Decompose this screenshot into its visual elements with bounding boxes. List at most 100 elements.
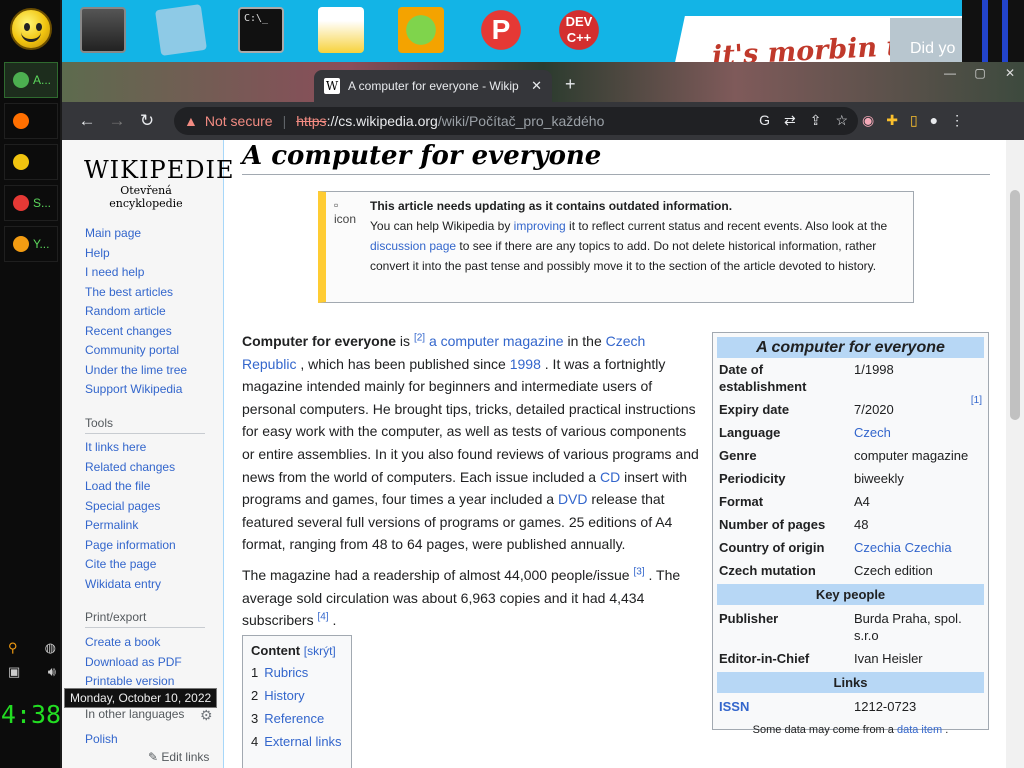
bookmark-star-icon[interactable]: ☆ [835,112,848,129]
sidebar-nav-link-8[interactable]: Support Wikipedia [85,382,182,396]
maximize-icon[interactable]: ▢ [972,66,988,80]
cheese-app-icon[interactable] [318,7,364,53]
article-content: A computer for everyone ▫ icon This artic… [242,140,990,768]
menu-kebab-icon[interactable]: ⋮ [950,112,964,129]
tab-title: A computer for everyone - Wikip [348,79,519,93]
tab-active[interactable]: W A computer for everyone - Wikip ✕ [314,70,552,102]
translate-icon[interactable]: ⇄ [784,112,796,129]
forward-arrow-icon[interactable]: → [102,111,132,131]
toc-hide-link[interactable]: [skrýt] [304,644,336,658]
infobox-row: Language Czech [717,421,984,444]
data-item-link[interactable]: data item [897,724,942,736]
infobox-value: Ivan Heisler [854,651,923,666]
discussion-page-link[interactable]: discussion page [370,239,456,253]
print-heading: Print/export [85,610,205,628]
sidebar-tools-link-1[interactable]: Related changes [85,460,175,474]
angry-pig-icon[interactable] [398,7,444,53]
infobox-key: Genre [719,448,757,463]
ref-2-link[interactable]: [2] [414,332,425,343]
computer-magazine-link[interactable]: a computer magazine [429,333,564,349]
network-tray-icon[interactable]: ▣ [8,664,20,680]
sidebar-nav-link-1[interactable]: Help [85,246,110,260]
dev-cpp-icon[interactable]: DEV C++ [556,7,602,53]
gear-icon[interactable]: ⚙ [200,707,213,724]
sticky-notes-icon[interactable] [155,4,207,56]
issn-link[interactable]: ISSN [719,698,854,715]
clock[interactable]: 4:38 [0,700,62,729]
start-smiley-icon[interactable] [10,8,52,50]
scrollbar-thumb[interactable] [1010,190,1020,420]
toc-link[interactable]: History [264,688,304,703]
infobox-value: A4 [854,494,870,509]
infobox-value-link[interactable]: Czech [854,424,982,441]
taskbar-button-2[interactable] [4,144,58,180]
sidebar-panel-icon[interactable]: ▯ [910,112,918,129]
page-scrollbar[interactable] [1006,140,1024,768]
volume-tray-icon[interactable]: 🔊︎ [48,664,56,680]
dvd-link[interactable]: DVD [558,491,588,507]
sidebar-tools-link-5[interactable]: Page information [85,538,176,552]
sidebar-tools-link-3[interactable]: Special pages [85,499,160,513]
book-app-icon[interactable] [80,7,126,53]
tab-strip: W A computer for everyone - Wikip ✕ + — … [62,62,1024,102]
edit-links[interactable]: ✎ Edit links [148,750,209,764]
infobox-value: 7/2020 [854,402,894,417]
sidebar-nav-link-3[interactable]: The best articles [85,285,173,299]
toc-link[interactable]: External links [264,734,341,749]
taskbar-button-4[interactable]: Y... [4,226,58,262]
infobox-key: Country of origin [719,540,825,555]
sidebar-nav-link-2[interactable]: I need help [85,265,144,279]
sidebar-tools-link-6[interactable]: Cite the page [85,557,156,571]
search-tray-icon[interactable]: ⚲ [8,640,18,656]
sidebar-tools-link-4[interactable]: Permalink [85,518,138,532]
tab-close-icon[interactable]: ✕ [531,78,542,94]
toc-number: 2 [251,688,259,703]
sidebar-nav-link-5[interactable]: Recent changes [85,324,172,338]
sidebar-nav-link-4[interactable]: Random article [85,304,166,318]
browser-toolbar: ← → ↻ ▲ Not secure | https://cs.wikipedi… [62,102,1024,140]
url-path: /wiki/Počítač_pro_každého [437,113,605,129]
profile-avatar-icon[interactable]: ● [930,112,938,129]
taskbar-button-3[interactable]: S... [4,185,58,221]
sidebar-print-link-0[interactable]: Create a book [85,635,160,649]
warning-icon[interactable]: ▲ [184,113,198,129]
ref-4-link[interactable]: [4] [317,611,328,622]
language-link-polish[interactable]: Polish [85,732,118,746]
improving-link[interactable]: improving [514,219,566,233]
sidebar-tools-link-0[interactable]: It links here [85,440,146,454]
infobox-value: 48 [854,517,869,532]
sidebar-tools-link-2[interactable]: Load the file [85,479,150,493]
sidebar-print-link-1[interactable]: Download as PDF [85,655,182,669]
taskbar-button-0[interactable]: A... [4,62,58,98]
back-arrow-icon[interactable]: ← [72,111,102,131]
address-bar[interactable]: ▲ Not secure | https://cs.wikipedia.org /… [174,107,858,135]
infobox-row: Czech mutation Czech edition [717,559,984,582]
year-1998-link[interactable]: 1998 [510,356,541,372]
overlay-text: Did yo [910,40,956,57]
ref-3-link[interactable]: [3] [633,566,644,577]
sidebar-tools-link-7[interactable]: Wikidata entry [85,577,161,591]
new-tab-button[interactable]: + [565,74,576,95]
sidebar-nav-link-6[interactable]: Community portal [85,343,179,357]
infobox-value-link[interactable]: Czechia Czechia [854,539,982,556]
puzzle-extensions-icon[interactable]: ✚ [886,112,898,129]
taskbar-button-1[interactable] [4,103,58,139]
toc-link[interactable]: Reference [264,711,324,726]
status-tray-icon[interactable]: ◍ [45,640,56,656]
sidebar-nav-link-0[interactable]: Main page [85,226,141,240]
wikipedia-logo[interactable]: WIKIPEDIE Otevřená encyklopedie [84,156,233,210]
close-window-icon[interactable]: ✕ [1002,66,1018,80]
not-secure-label[interactable]: Not secure [205,113,273,129]
command-prompt-icon[interactable]: C:\_ [238,7,284,53]
sidebar-nav-link-7[interactable]: Under the lime tree [85,363,187,377]
p-app-icon[interactable]: P [478,7,524,53]
google-icon[interactable]: G [759,112,770,129]
share-icon[interactable]: ⇪ [810,112,822,129]
infobox-ref-link[interactable]: [1] [971,395,982,406]
reload-icon[interactable]: ↻ [132,111,162,131]
minimize-icon[interactable]: — [942,66,958,80]
flag-extension-icon[interactable]: ◉ [862,112,874,129]
cd-link[interactable]: CD [600,469,620,485]
sidebar-print-link-2[interactable]: Printable version [85,674,174,688]
toc-link[interactable]: Rubrics [264,665,308,680]
